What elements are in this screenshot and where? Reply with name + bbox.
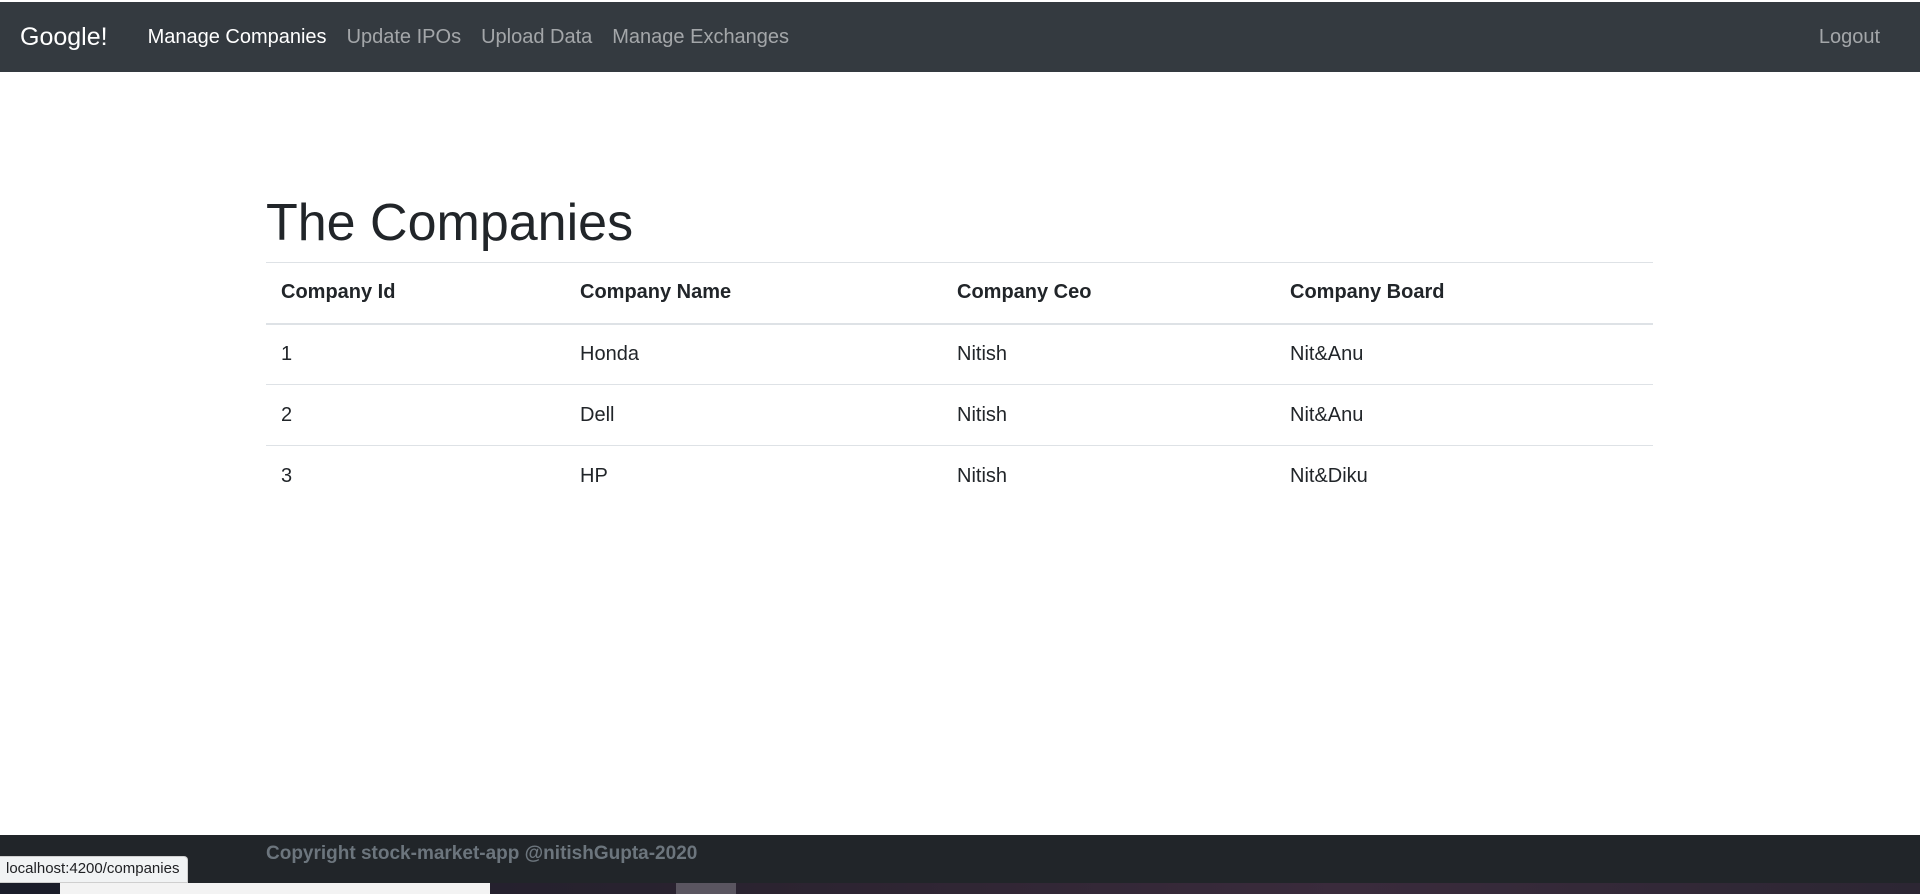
cell-company-ceo: Nitish	[942, 323, 1275, 385]
table-row: 1 Honda Nitish Nit&Anu	[266, 323, 1653, 385]
logout-link[interactable]: Logout	[1809, 26, 1890, 48]
cell-company-id: 3	[266, 445, 565, 507]
os-taskbar	[0, 883, 1920, 894]
companies-table: Company Id Company Name Company Ceo Comp…	[266, 262, 1653, 507]
cell-company-board: Nit&Anu	[1275, 323, 1653, 385]
table-row: 2 Dell Nitish Nit&Anu	[266, 384, 1653, 446]
table-row: 3 HP Nitish Nit&Diku	[266, 445, 1653, 507]
footer-copyright: Copyright stock-market-app @nitishGupta-…	[266, 843, 698, 864]
browser-status-url: localhost:4200/companies	[0, 856, 189, 883]
cell-company-board: Nit&Anu	[1275, 384, 1653, 446]
nav-link-manage-companies[interactable]: Manage Companies	[138, 26, 337, 49]
header-company-board: Company Board	[1275, 262, 1653, 325]
header-company-ceo: Company Ceo	[942, 262, 1275, 325]
header-company-name: Company Name	[565, 262, 942, 325]
cell-company-name: Honda	[565, 323, 942, 385]
table-header-row: Company Id Company Name Company Ceo Comp…	[266, 262, 1653, 325]
cell-company-name: HP	[565, 445, 942, 507]
taskbar-app-button[interactable]	[676, 883, 736, 894]
nav-link-update-ipos[interactable]: Update IPOs	[337, 26, 472, 49]
main-content: The Companies Company Id Company Name Co…	[266, 190, 1653, 507]
cell-company-ceo: Nitish	[942, 384, 1275, 446]
page-footer: Copyright stock-market-app @nitishGupta-…	[0, 835, 1920, 883]
cell-company-board: Nit&Diku	[1275, 445, 1653, 507]
cell-company-ceo: Nitish	[942, 445, 1275, 507]
nav-link-manage-exchanges[interactable]: Manage Exchanges	[602, 26, 799, 49]
header-company-id: Company Id	[266, 262, 565, 325]
top-navbar: Google! Manage Companies Update IPOs Upl…	[0, 2, 1920, 72]
nav-link-upload-data[interactable]: Upload Data	[471, 26, 602, 49]
taskbar-search-box[interactable]	[60, 883, 490, 894]
page-title: The Companies	[266, 194, 634, 252]
nav-right: Logout	[1809, 26, 1900, 49]
cell-company-id: 2	[266, 384, 565, 446]
cell-company-name: Dell	[565, 384, 942, 446]
nav-links: Manage Companies Update IPOs Upload Data…	[138, 26, 800, 49]
cell-company-id: 1	[266, 323, 565, 385]
brand-link[interactable]: Google!	[20, 23, 108, 52]
